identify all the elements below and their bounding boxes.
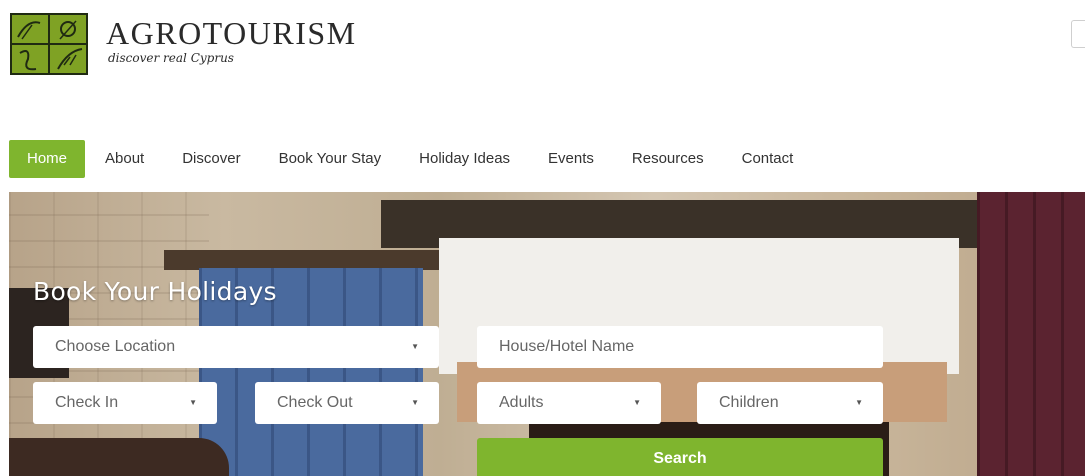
chevron-down-icon: ▼: [411, 342, 419, 351]
nav-item-holiday-ideas[interactable]: Holiday Ideas: [419, 140, 510, 178]
nav-item-events[interactable]: Events: [548, 140, 594, 178]
chevron-down-icon: ▼: [855, 398, 863, 407]
location-select-value: Choose Location: [55, 338, 176, 355]
chevron-down-icon: ▼: [633, 398, 641, 407]
booking-title: Book Your Holidays: [33, 277, 277, 306]
chevron-down-icon: ▼: [189, 398, 197, 407]
hotel-name-input[interactable]: House/Hotel Name: [477, 326, 883, 368]
brand-name[interactable]: AGROTOURISM: [106, 15, 357, 52]
chevron-down-icon: ▼: [411, 398, 419, 407]
nav-item-about[interactable]: About: [105, 140, 144, 178]
check-in-value: Check In: [55, 394, 119, 411]
location-select[interactable]: Choose Location ▼: [33, 326, 439, 368]
header-control-edge[interactable]: [1071, 20, 1085, 48]
nav-item-discover[interactable]: Discover: [182, 140, 240, 178]
logo-icon[interactable]: [10, 13, 88, 75]
nav-item-book-your-stay[interactable]: Book Your Stay: [279, 140, 382, 178]
adults-value: Adults: [499, 394, 544, 411]
search-button[interactable]: Search: [477, 438, 883, 476]
main-nav: Home About Discover Book Your Stay Holid…: [9, 140, 831, 178]
check-out-select[interactable]: Check Out ▼: [255, 382, 439, 424]
hotel-name-placeholder: House/Hotel Name: [499, 338, 635, 355]
children-select[interactable]: Children ▼: [697, 382, 883, 424]
nav-item-contact[interactable]: Contact: [742, 140, 794, 178]
adults-select[interactable]: Adults ▼: [477, 382, 661, 424]
nav-item-home[interactable]: Home: [9, 140, 86, 178]
check-in-select[interactable]: Check In ▼: [33, 382, 217, 424]
check-out-value: Check Out: [277, 394, 353, 411]
nav-item-resources[interactable]: Resources: [632, 140, 704, 178]
children-value: Children: [719, 394, 779, 411]
brand-tagline: discover real Cyprus: [108, 51, 234, 65]
